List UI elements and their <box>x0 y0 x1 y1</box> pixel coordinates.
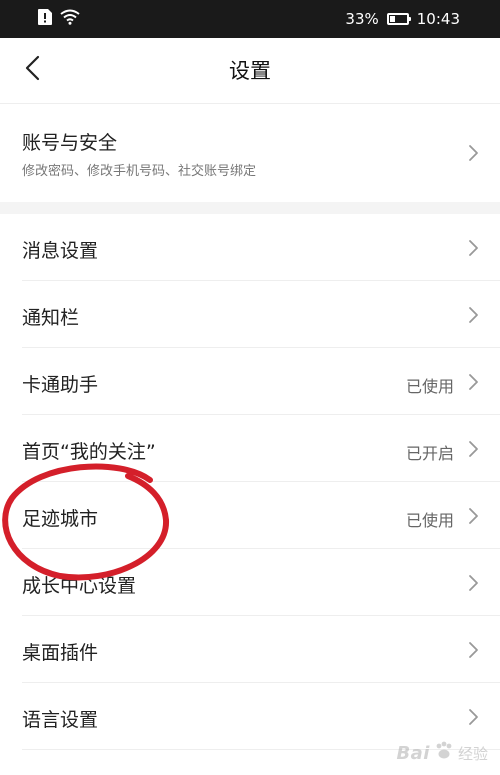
section-separator <box>0 202 500 214</box>
settings-item-label: 通知栏 <box>22 307 80 329</box>
chevron-left-icon <box>24 55 40 85</box>
settings-item-status: 已使用 <box>405 511 454 530</box>
settings-item-desktop-widget[interactable]: 桌面插件 <box>0 616 500 683</box>
nav-bar: 设置 <box>0 38 500 104</box>
settings-item-homepage-follow[interactable]: 首页“我的关注” 已开启 <box>0 415 500 482</box>
settings-item-footprint-city[interactable]: 足迹城市 已使用 <box>0 482 500 549</box>
chevron-right-icon <box>469 441 478 457</box>
chevron-right-icon <box>469 642 478 658</box>
settings-item-label: 卡通助手 <box>22 374 99 396</box>
back-button[interactable] <box>14 52 50 88</box>
settings-item-label: 成长中心设置 <box>22 575 137 597</box>
account-security-row[interactable]: 账号与安全 修改密码、修改手机号码、社交账号绑定 <box>0 104 500 202</box>
settings-item-message[interactable]: 消息设置 <box>0 214 500 281</box>
status-left-icons <box>38 9 80 29</box>
wifi-icon <box>60 9 80 29</box>
status-right: 33% 10:43 <box>345 9 460 29</box>
settings-item-growth-center[interactable]: 成长中心设置 <box>0 549 500 616</box>
battery-fill <box>389 16 396 22</box>
battery-percent: 33% <box>345 10 379 28</box>
sim-alert-icon <box>38 9 52 29</box>
chevron-right-icon <box>469 240 478 256</box>
settings-item-label: 消息设置 <box>22 240 99 262</box>
settings-item-label: 足迹城市 <box>22 508 99 530</box>
settings-item-status: 已开启 <box>405 444 454 463</box>
chevron-right-icon <box>469 145 478 161</box>
settings-item-notification-bar[interactable]: 通知栏 <box>0 281 500 348</box>
clock: 10:43 <box>416 10 460 28</box>
settings-item-cartoon-assistant[interactable]: 卡通助手 已使用 <box>0 348 500 415</box>
chevron-right-icon <box>469 374 478 390</box>
chevron-right-icon <box>469 575 478 591</box>
page-title: 设置 <box>229 59 271 83</box>
settings-item-label: 首页“我的关注” <box>22 441 156 463</box>
chevron-right-icon <box>469 508 478 524</box>
settings-item-label: 桌面插件 <box>22 642 99 664</box>
battery-icon <box>386 13 411 25</box>
chevron-right-icon <box>469 709 478 725</box>
settings-item-label: 语言设置 <box>22 709 99 731</box>
status-bar: 33% 10:43 <box>0 0 500 38</box>
row-divider <box>22 749 500 750</box>
account-security-title: 账号与安全 <box>22 132 118 154</box>
chevron-right-icon <box>469 307 478 323</box>
account-security-subtitle: 修改密码、修改手机号码、社交账号绑定 <box>22 164 257 179</box>
settings-item-status: 已使用 <box>405 377 454 396</box>
settings-item-language[interactable]: 语言设置 <box>0 683 500 750</box>
